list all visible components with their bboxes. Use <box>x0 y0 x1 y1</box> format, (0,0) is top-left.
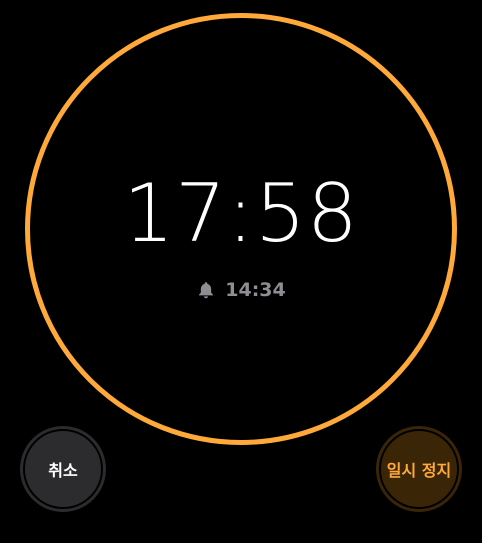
cancel-button-label: 취소 <box>48 461 78 480</box>
cancel-button[interactable]: 취소 <box>20 426 106 512</box>
end-time-label: 14:34 <box>225 279 286 301</box>
remaining-time: 17:58 <box>123 167 359 260</box>
end-time-indicator: 14:34 <box>0 277 482 303</box>
bell-icon <box>199 282 214 299</box>
pause-button[interactable]: 일시 정지 <box>376 426 462 512</box>
pause-button-label: 일시 정지 <box>386 461 452 480</box>
